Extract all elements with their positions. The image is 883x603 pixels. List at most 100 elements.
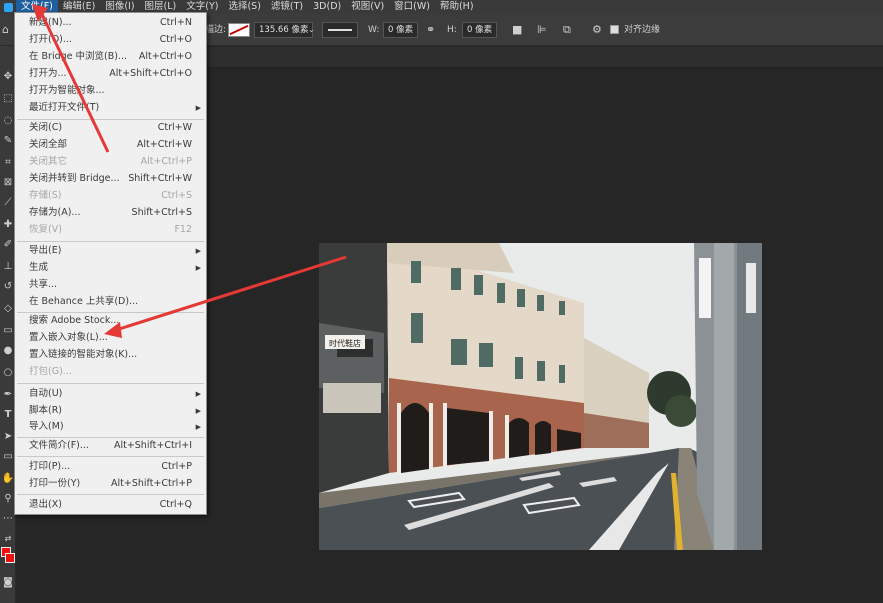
file-menu-item[interactable]: 在 Bridge 中浏览(B)... Alt+Ctrl+O [15,49,206,65]
file-menu-item[interactable]: 在 Behance 上共享(D)... [15,294,206,310]
align-edges-checkbox[interactable] [610,22,619,38]
path-alignment-icon[interactable]: ⊫ [537,22,547,38]
file-menu-dropdown: 新建(N)... Ctrl+N 打开(O)... Ctrl+O 在 Bridge 中浏览… [14,12,207,515]
menu-7[interactable]: 3D(D) [308,0,346,14]
file-menu-item-label: 导入(M) [29,421,64,432]
frame-tool-icon[interactable]: ⊠ [1,176,15,190]
home-icon[interactable]: ⌂ [2,22,9,38]
file-menu-item[interactable]: 关闭(C) Ctrl+W [15,120,206,136]
rectangle-tool-icon[interactable]: ▭ [1,450,15,464]
brush-tool-icon[interactable]: ✐ [1,238,15,252]
document-tab-strip [206,47,883,68]
file-menu-item[interactable]: 共享... [15,277,206,293]
more-tools-icon[interactable]: ⋯ [1,512,15,526]
file-menu-item[interactable]: 打开为智能对象... [15,83,206,99]
file-menu-item-label: 关闭全部 [29,139,68,150]
menu-9[interactable]: 窗口(W) [389,0,435,14]
file-menu-item[interactable]: 打包(G)... [15,364,206,380]
file-menu-item[interactable]: 关闭其它 Alt+Ctrl+P [15,154,206,170]
submenu-arrow-icon: ▶ [195,423,201,431]
swap-colors-icon[interactable]: ⇄ [1,532,15,546]
file-menu-item-label: 存储(S) [29,190,62,201]
move-tool-icon[interactable]: ✥ [1,70,15,84]
stroke-type-dropdown[interactable] [322,22,358,38]
lasso-tool-icon[interactable]: ◌ [1,114,15,128]
file-menu-item[interactable]: 脚本(R) ▶ [15,403,206,419]
file-menu-item-shortcut: Ctrl+N [160,17,192,28]
file-menu-item-label: 打包(G)... [29,366,72,377]
shop-sign: 时代鞋店 [329,338,361,348]
file-menu-item[interactable]: 导出(E) ▶ [15,243,206,259]
document-photo[interactable]: 时代鞋店 [319,243,762,550]
marquee-tool-icon[interactable]: ⬚ [1,92,15,106]
file-menu-item[interactable]: 关闭并转到 Bridge... Shift+Ctrl+W [15,171,206,187]
file-menu-item-shortcut: Shift+Ctrl+W [128,173,192,184]
quick-mask-icon[interactable]: ◙ [1,576,15,590]
file-menu-item[interactable]: 存储(S) Ctrl+S [15,188,206,204]
file-menu-item[interactable]: 打开为... Alt+Shift+Ctrl+O [15,66,206,82]
file-menu-item[interactable]: 搜索 Adobe Stock... [15,313,206,329]
file-menu-item-shortcut: Shift+Ctrl+S [131,207,192,218]
file-menu-item[interactable]: 打印一份(Y) Alt+Shift+Ctrl+P [15,476,206,492]
menu-6[interactable]: 滤镜(T) [266,0,308,14]
gear-icon[interactable]: ⚙ [592,22,602,38]
file-menu-item[interactable]: 置入嵌入对象(L)... [15,330,206,346]
menu-10[interactable]: 帮助(H) [435,0,479,14]
quick-select-tool-icon[interactable]: ✎ [1,134,15,148]
healing-brush-tool-icon[interactable]: ✚ [1,218,15,232]
file-menu-item[interactable]: 文件简介(F)... Alt+Shift+Ctrl+I [15,438,206,454]
stroke-width-field[interactable]: 135.66 像素 [254,22,314,38]
path-operations-icon[interactable]: ■ [512,22,522,38]
file-menu-item[interactable]: 最近打开文件(T) ▶ [15,100,206,116]
file-menu-item[interactable]: 自动(U) ▶ [15,386,206,402]
path-arrangement-icon[interactable]: ⧉ [563,22,571,38]
file-menu-item-label: 导出(E) [29,245,62,256]
background-color-swatch[interactable] [5,553,15,563]
file-menu-item-shortcut: Alt+Ctrl+P [140,156,192,167]
file-menu-item-shortcut: Alt+Shift+Ctrl+O [109,68,192,79]
file-menu-item-shortcut: Ctrl+W [157,122,192,133]
file-menu-item-label: 最近打开文件(T) [29,102,100,113]
history-brush-tool-icon[interactable]: ↺ [1,280,15,294]
stroke-width-dropdown-icon[interactable]: ⌄ [308,22,315,38]
width-label: W: [368,25,380,35]
file-menu-item-label: 置入嵌入对象(L)... [29,332,108,343]
file-menu-item-label: 打开为... [29,68,67,79]
height-field[interactable]: 0 像素 [462,22,498,38]
zoom-tool-icon[interactable]: ⚲ [1,492,15,506]
file-menu-item[interactable]: 退出(X) Ctrl+Q [15,497,206,513]
file-menu-item[interactable]: 生成 ▶ [15,260,206,276]
file-menu-item[interactable]: 关闭全部 Alt+Ctrl+W [15,137,206,153]
width-field[interactable]: 0 像素 [383,22,419,38]
crop-tool-icon[interactable]: ⌗ [1,156,15,170]
file-menu-item-label: 打开为智能对象... [29,85,105,96]
file-menu-item-shortcut: Alt+Shift+Ctrl+I [113,440,192,451]
clone-stamp-tool-icon[interactable]: ⊥ [1,260,15,274]
pen-tool-icon[interactable]: ✒ [1,388,15,402]
menu-8[interactable]: 视图(V) [346,0,389,14]
eyedropper-tool-icon[interactable]: ⟋ [1,196,15,210]
file-menu-item-label: 新建(N)... [29,17,72,28]
blur-tool-icon[interactable]: ● [1,344,15,358]
eraser-tool-icon[interactable]: ◇ [1,302,15,316]
file-menu-item-label: 搜索 Adobe Stock... [29,315,120,326]
menu-5[interactable]: 选择(S) [223,0,265,14]
file-menu-item[interactable]: 打开(O)... Ctrl+O [15,32,206,48]
submenu-arrow-icon: ▶ [195,104,201,112]
file-menu-item[interactable]: 新建(N)... Ctrl+N [15,15,206,31]
file-menu-item-label: 恢复(V) [29,224,62,235]
menu-separator [17,494,204,495]
file-menu-item[interactable]: 存储为(A)... Shift+Ctrl+S [15,205,206,221]
file-menu-item-label: 打印一份(Y) [29,478,81,489]
type-tool-icon[interactable]: T [1,408,15,422]
link-icon[interactable]: ⚭ [426,22,435,38]
file-menu-item[interactable]: 恢复(V) F12 [15,222,206,238]
path-selection-tool-icon[interactable]: ➤ [1,430,15,444]
hand-tool-icon[interactable]: ✋ [1,472,15,486]
file-menu-item[interactable]: 导入(M) ▶ [15,419,206,435]
file-menu-item[interactable]: 打印(P)... Ctrl+P [15,459,206,475]
file-menu-item[interactable]: 置入链接的智能对象(K)... [15,347,206,363]
gradient-tool-icon[interactable]: ▭ [1,324,15,338]
stroke-color-swatch[interactable] [228,23,250,39]
dodge-tool-icon[interactable]: ○ [1,366,15,380]
